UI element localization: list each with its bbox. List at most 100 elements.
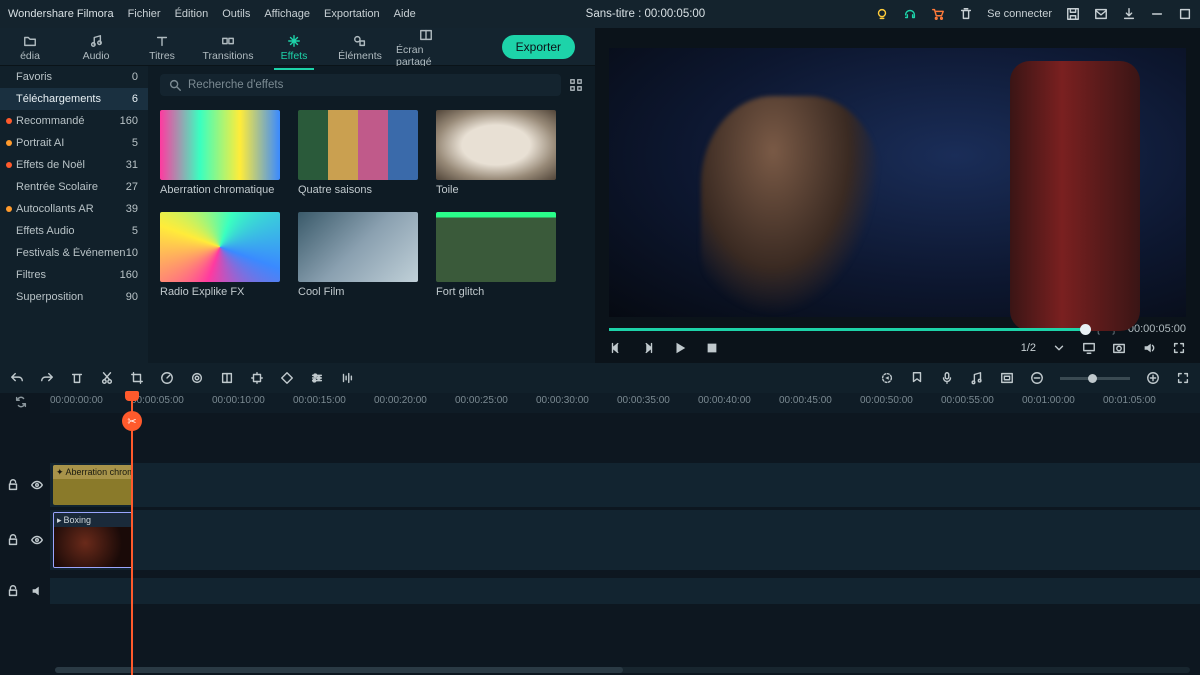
monitor-icon[interactable]: [1082, 341, 1096, 355]
greenscreen-icon[interactable]: [220, 371, 234, 385]
folder-icon: [23, 34, 37, 48]
titlebar-tools: Se connecter: [875, 7, 1192, 21]
redo-icon[interactable]: [40, 371, 54, 385]
zoom-out-icon[interactable]: [1030, 371, 1044, 385]
sidebar-item-5[interactable]: Rentrée Scolaire27: [0, 176, 148, 198]
headset-icon[interactable]: [903, 7, 917, 21]
effect-item-4[interactable]: Cool Film: [298, 212, 418, 298]
adjust-icon[interactable]: [310, 371, 324, 385]
sidebar-item-6[interactable]: Autocollants AR39: [0, 198, 148, 220]
menu-affichage[interactable]: Affichage: [264, 8, 310, 20]
tab-effets[interactable]: Effets: [264, 31, 324, 62]
prev-frame-icon[interactable]: [609, 341, 623, 355]
track-body[interactable]: ▸Boxing: [50, 510, 1200, 570]
split-icon: [419, 28, 433, 42]
save-icon[interactable]: [1066, 7, 1080, 21]
search-input[interactable]: Recherche d'effets: [160, 74, 561, 96]
delete-icon[interactable]: [70, 371, 84, 385]
tab-media[interactable]: édia: [0, 31, 60, 62]
connect-button[interactable]: Se connecter: [987, 8, 1052, 20]
preview-scrubber[interactable]: [609, 328, 1086, 331]
audio-sync-icon[interactable]: [340, 371, 354, 385]
sidebar-item-7[interactable]: Effets Audio5: [0, 220, 148, 242]
ruler-tick: 00:00:20:00: [374, 395, 427, 406]
voiceover-icon[interactable]: [940, 371, 954, 385]
cart-icon[interactable]: [931, 7, 945, 21]
grid-view-icon[interactable]: [569, 78, 583, 92]
chevron-down-icon[interactable]: [1052, 341, 1066, 355]
timeline-scrollbar[interactable]: [55, 667, 1190, 673]
effects-area: Recherche d'effets Aberration chromatiqu…: [148, 66, 595, 363]
menu-edition[interactable]: Édition: [175, 8, 209, 20]
undo-icon[interactable]: [10, 371, 24, 385]
mail-icon[interactable]: [1094, 7, 1108, 21]
preview-scale[interactable]: 1/2: [1021, 342, 1036, 354]
play-icon[interactable]: [673, 341, 687, 355]
effect-item-0[interactable]: Aberration chromatique: [160, 110, 280, 196]
scissors-icon[interactable]: ✂: [122, 411, 142, 431]
crop-icon[interactable]: [130, 371, 144, 385]
audio-mixer-icon[interactable]: [970, 371, 984, 385]
safe-zone-icon[interactable]: [1000, 371, 1014, 385]
eye-icon[interactable]: [30, 533, 44, 547]
sidebar-item-2[interactable]: Recommandé160: [0, 110, 148, 132]
track-body[interactable]: ✦Aberration chrom: [50, 463, 1200, 507]
effect-item-5[interactable]: Fort glitch: [436, 212, 556, 298]
cut-icon[interactable]: [100, 371, 114, 385]
render-icon[interactable]: [880, 371, 894, 385]
preview-video[interactable]: [609, 48, 1186, 317]
volume-icon[interactable]: [1142, 341, 1156, 355]
effect-item-3[interactable]: Radio Explike FX: [160, 212, 280, 298]
main-menu: Fichier Édition Outils Affichage Exporta…: [128, 8, 416, 20]
timeline-sync-icon[interactable]: [14, 395, 28, 409]
next-frame-icon[interactable]: [641, 341, 655, 355]
color-icon[interactable]: [190, 371, 204, 385]
eye-icon[interactable]: [30, 478, 44, 492]
marker-icon[interactable]: [910, 371, 924, 385]
speed-icon[interactable]: [160, 371, 174, 385]
tab-splitscreen[interactable]: Écran partagé: [396, 25, 456, 68]
fullscreen-icon[interactable]: [1172, 341, 1186, 355]
sidebar-item-4[interactable]: Effets de Noël31: [0, 154, 148, 176]
menu-outils[interactable]: Outils: [222, 8, 250, 20]
tab-transitions[interactable]: Transitions: [198, 31, 258, 62]
lock-icon[interactable]: [6, 478, 20, 492]
stop-icon[interactable]: [705, 341, 719, 355]
zoom-slider[interactable]: [1060, 377, 1130, 380]
lock-icon[interactable]: [6, 584, 20, 598]
menu-aide[interactable]: Aide: [394, 8, 416, 20]
playhead[interactable]: ✂: [131, 393, 133, 675]
maximize-icon[interactable]: [1178, 7, 1192, 21]
minimize-icon[interactable]: [1150, 7, 1164, 21]
snapshot-icon[interactable]: [1112, 341, 1126, 355]
speaker-icon[interactable]: [30, 584, 44, 598]
sidebar-item-1[interactable]: Téléchargements6: [0, 88, 148, 110]
target-icon[interactable]: [250, 371, 264, 385]
effect-clip[interactable]: ✦Aberration chrom: [53, 465, 133, 505]
timeline-ruler[interactable]: 00:00:00:0000:00:05:0000:00:10:0000:00:1…: [50, 393, 1200, 413]
track-body[interactable]: [50, 578, 1200, 604]
category-sidebar: Favoris0Téléchargements6Recommandé160Por…: [0, 66, 148, 363]
export-button[interactable]: Exporter: [502, 35, 575, 59]
effect-item-2[interactable]: Toile: [436, 110, 556, 196]
sidebar-item-10[interactable]: Superposition90: [0, 286, 148, 308]
effect-item-1[interactable]: Quatre saisons: [298, 110, 418, 196]
sidebar-item-9[interactable]: Filtres160: [0, 264, 148, 286]
video-clip[interactable]: ▸Boxing: [53, 512, 133, 568]
menu-exportation[interactable]: Exportation: [324, 8, 380, 20]
lock-icon[interactable]: [6, 533, 20, 547]
sidebar-item-0[interactable]: Favoris0: [0, 66, 148, 88]
download-icon[interactable]: [1122, 7, 1136, 21]
tab-elements[interactable]: Éléments: [330, 31, 390, 62]
zoom-in-icon[interactable]: [1146, 371, 1160, 385]
document-title: Sans-titre : 00:00:05:00: [430, 8, 861, 20]
menu-fichier[interactable]: Fichier: [128, 8, 161, 20]
keyframe-icon[interactable]: [280, 371, 294, 385]
tab-titres[interactable]: Titres: [132, 31, 192, 62]
trash-icon[interactable]: [959, 7, 973, 21]
tab-audio[interactable]: Audio: [66, 31, 126, 62]
idea-icon[interactable]: [875, 7, 889, 21]
zoom-fit-icon[interactable]: [1176, 371, 1190, 385]
sidebar-item-8[interactable]: Festivals & Événemen10: [0, 242, 148, 264]
sidebar-item-3[interactable]: Portrait AI5: [0, 132, 148, 154]
